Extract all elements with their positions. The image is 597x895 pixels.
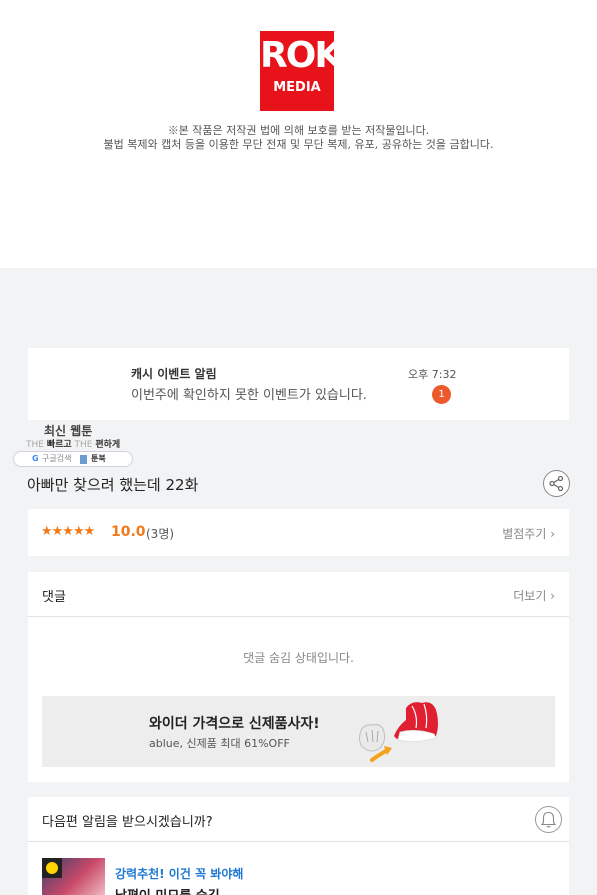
site-branding[interactable]: 최신 웹툰 THE 빠르고 THE 편하게 G 구글검색 툰북 [12,422,134,468]
clock-icon [46,862,58,874]
clock-badge [42,858,62,878]
cash-event-alarm[interactable]: 캐시 이벤트 알림 이번주에 확인하지 못한 이벤트가 있습니다. 오후 7:3… [28,348,569,420]
logo-bottom-text: MEDIA [273,80,321,95]
publisher-header: ROK MEDIA ※본 작품은 저작권 법에 의해 보호를 받는 저작물입니다… [0,0,597,268]
alarm-title: 캐시 이벤트 알림 [131,367,217,381]
rok-media-logo: ROK MEDIA [260,31,342,111]
bell-icon [540,811,557,828]
ad-subtext: ablue, 신제품 최대 61%OFF [149,737,290,750]
bell-button[interactable] [535,806,562,833]
share-button[interactable] [543,470,570,497]
comments-label: 댓글 [42,590,66,605]
recommend-tag[interactable]: 강력추천! 이건 꼭 봐야해 [115,865,243,882]
toonbook-label: 툰북 [91,454,106,463]
site-search-pill[interactable]: G 구글검색 툰북 [13,451,133,467]
slogan-fast: 빠르고 [46,440,72,450]
copyright-notice-line2: 불법 복제와 캡처 등을 이용한 무단 전재 및 무단 복제, 유포, 공유하는… [103,138,494,151]
next-notify-header: 다음편 알림을 받으시겠습니까? [28,797,569,842]
alarm-time: 오후 7:32 [408,368,457,381]
alarm-message: 이번주에 확인하지 못한 이벤트가 있습니다. [131,388,367,403]
rating-count: (3명) [146,527,175,541]
book-icon [80,455,87,464]
rating-card: ★★★★★ 10.0 (3명) 별점주기 › [28,509,569,556]
logo-top-text: ROK [260,35,342,76]
google-icon: G [32,454,39,463]
comments-more-button[interactable]: 더보기 › [513,587,555,604]
slogan-easy: 편하게 [95,440,121,450]
comments-card: 댓글 더보기 › 댓글 숨김 상태입니다. 와이더 가격으로 신제품사자! ab… [28,572,569,782]
ad-banner[interactable]: 와이더 가격으로 신제품사자! ablue, 신제품 최대 61%OFF [42,696,555,767]
slogan-the-2: THE [74,440,93,450]
google-search-label: 구글검색 [42,454,72,463]
comments-hidden-message: 댓글 숨김 상태입니다. [243,651,354,665]
site-slogan: THE 빠르고 THE 편하게 [26,437,120,450]
ad-product-image [359,702,438,762]
rate-button[interactable]: 별점주기 › [502,525,555,542]
next-notify-question: 다음편 알림을 받으시겠습니까? [42,815,213,830]
share-icon [549,475,564,492]
comments-header: 댓글 더보기 › [28,572,569,617]
next-episode-notify-card: 다음편 알림을 받으시겠습니까? 강력추천! 이건 꼭 봐야해 남편이 미모를 … [28,797,569,895]
copyright-notice-line1: ※본 작품은 저작권 법에 의해 보호를 받는 저작물입니다. [167,124,430,137]
recommend-thumbnail[interactable] [42,858,105,895]
copyright-notice: ※본 작품은 저작권 법에 의해 보호를 받는 저작물입니다. 불법 복제와 캡… [0,124,597,152]
ad-headline: 와이더 가격으로 신제품사자! [149,716,320,732]
recommend-title[interactable]: 남편이 미모를 숨김 [115,885,220,895]
episode-title: 아빠만 찾으려 했는데 22화 [27,476,199,494]
rating-stars: ★★★★★ [41,524,95,539]
alarm-badge: 1 [432,385,451,404]
rating-score: 10.0 [111,524,146,540]
slogan-the-1: THE [26,440,44,450]
